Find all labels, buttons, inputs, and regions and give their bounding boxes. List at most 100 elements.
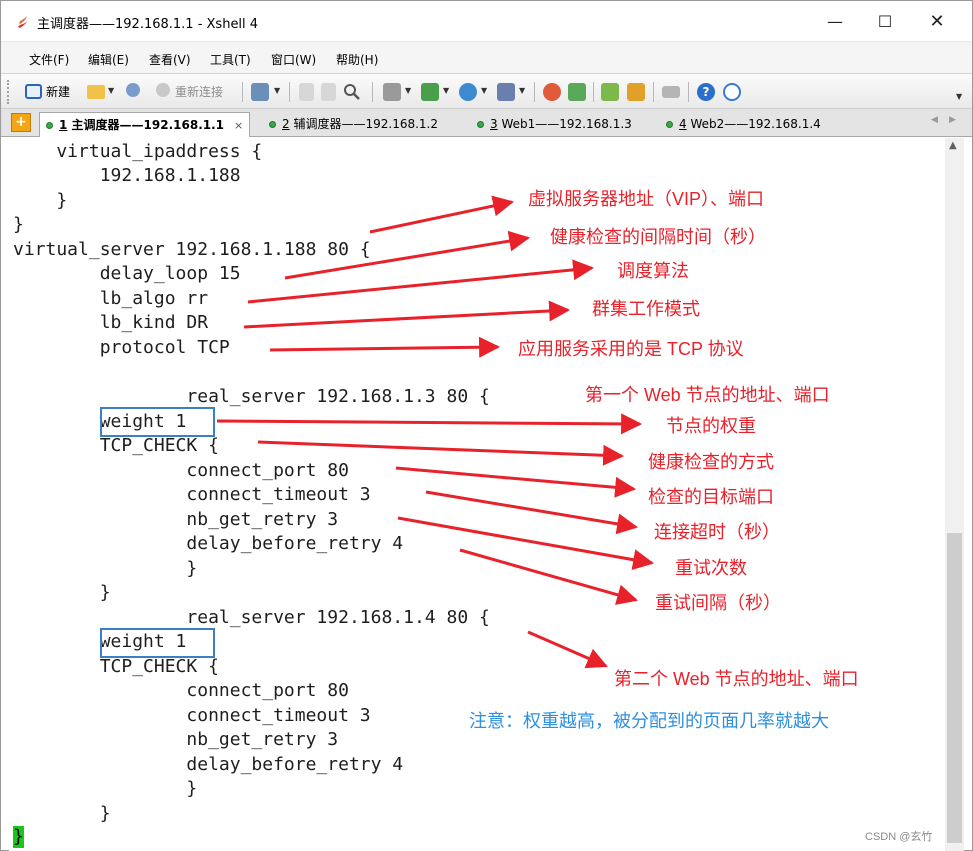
- tab-label: Web2——192.168.1.4: [690, 117, 821, 131]
- terminal-line: TCP_CHECK {: [13, 435, 219, 456]
- terminal-line: real_server 192.168.1.4 80 {: [13, 607, 490, 628]
- annotation-connect-port: 检查的目标端口: [648, 487, 774, 507]
- terminal-line: }: [13, 214, 24, 235]
- properties-icon[interactable]: [251, 83, 269, 101]
- print-icon[interactable]: [383, 83, 401, 101]
- menu-view[interactable]: 查看(V): [149, 51, 191, 68]
- toolbar-separator: [242, 82, 243, 102]
- terminal-line: delay_before_retry 4: [13, 754, 404, 775]
- terminal-line: TCP_CHECK {: [13, 656, 219, 677]
- toolbar-separator: [372, 82, 373, 102]
- toolbar-separator: [593, 82, 594, 102]
- terminal-line: delay_before_retry 4: [13, 533, 404, 554]
- minimize-button[interactable]: —: [812, 9, 858, 35]
- annotation-connect-timeout: 连接超时（秒）: [654, 522, 780, 542]
- title-bar[interactable]: 主调度器——192.168.1.1 - Xshell 4 — ☐ ✕: [1, 1, 972, 41]
- lock-icon[interactable]: [627, 83, 645, 101]
- connected-status-icon: [269, 121, 276, 128]
- tab-number: 2: [282, 117, 290, 131]
- terminal-cursor: }: [13, 826, 24, 848]
- toolbar: 新建 ▼ 重新连接 ▼ ▼ ▼ ▼ ▼ ? ▼: [1, 73, 972, 109]
- annotation-delay-loop: 健康检查的间隔时间（秒）: [550, 227, 766, 247]
- terminal-line: protocol TCP: [13, 337, 230, 358]
- copy-icon[interactable]: [299, 83, 314, 101]
- close-button[interactable]: ✕: [914, 9, 960, 35]
- xftp-icon[interactable]: [568, 83, 586, 101]
- weight-highlight-box-1: [100, 407, 215, 437]
- terminal-line: virtual_server 192.168.1.188 80 {: [13, 239, 371, 260]
- annotation-tcp-check: 健康检查的方式: [648, 452, 774, 472]
- connect-icon[interactable]: [126, 83, 140, 97]
- transfer-dropdown-icon[interactable]: ▼: [443, 86, 449, 95]
- terminal-line: }: [13, 778, 198, 799]
- annotation-lb-kind: 群集工作模式: [592, 299, 700, 319]
- connected-status-icon: [477, 121, 484, 128]
- scroll-up-icon[interactable]: ▲: [949, 140, 957, 151]
- reconnect-button[interactable]: 重新连接: [175, 82, 223, 102]
- toolbar-separator: [653, 82, 654, 102]
- keyboard-icon[interactable]: [662, 86, 680, 98]
- menu-file[interactable]: 文件(F): [29, 51, 69, 68]
- scrollbar-thumb[interactable]: [947, 533, 962, 843]
- terminal-output[interactable]: virtual_ipaddress { 192.168.1.188 } } vi…: [9, 138, 945, 851]
- toolbar-separator: [289, 82, 290, 102]
- weight-highlight-box-2: [100, 628, 215, 658]
- tab-scroll-right-icon[interactable]: ▶: [949, 115, 956, 125]
- menu-bar: 文件(F) 编辑(E) 查看(V) 工具(T) 窗口(W) 帮助(H): [1, 41, 972, 73]
- font-icon[interactable]: [497, 83, 515, 101]
- watermark: CSDN @玄竹: [865, 831, 933, 843]
- annotation-nb-get-retry: 重试次数: [675, 558, 747, 578]
- add-tab-icon[interactable]: +: [11, 113, 31, 132]
- tab-session-1[interactable]: 1 主调度器——192.168.1.1 ×: [39, 112, 251, 137]
- globe-icon[interactable]: [459, 83, 477, 101]
- tab-session-4[interactable]: 4 Web2——192.168.1.4: [666, 112, 821, 137]
- chat-icon[interactable]: [723, 83, 741, 101]
- properties-dropdown-icon[interactable]: ▼: [274, 86, 280, 95]
- maximize-button[interactable]: ☐: [862, 9, 908, 35]
- menu-help[interactable]: 帮助(H): [336, 51, 378, 68]
- terminal-line: lb_algo rr: [13, 288, 209, 309]
- tab-number: 1: [59, 118, 68, 132]
- terminal-line: lb_kind DR: [13, 312, 209, 333]
- new-session-icon: [25, 84, 42, 99]
- print-dropdown-icon[interactable]: ▼: [405, 86, 411, 95]
- terminal-line: }: [13, 190, 68, 211]
- menu-tools[interactable]: 工具(T): [210, 51, 251, 68]
- annotation-real-server-2: 第二个 Web 节点的地址、端口: [614, 669, 859, 689]
- tab-scroll-left-icon[interactable]: ◀: [931, 115, 938, 125]
- connected-status-icon: [46, 122, 53, 129]
- menu-edit[interactable]: 编辑(E): [88, 51, 129, 68]
- toolbar-grip[interactable]: [7, 80, 11, 104]
- transfer-icon[interactable]: [421, 83, 439, 101]
- new-session-button[interactable]: 新建: [46, 82, 70, 102]
- tab-number: 4: [679, 117, 687, 131]
- menu-window[interactable]: 窗口(W): [271, 51, 316, 68]
- reconnect-icon: [156, 83, 170, 97]
- vertical-scrollbar[interactable]: ▲: [945, 138, 964, 851]
- close-tab-icon[interactable]: ×: [234, 119, 243, 132]
- tab-bar: + 1 主调度器——192.168.1.1 × 2 辅调度器——192.168.1…: [1, 109, 972, 137]
- annotation-delay-before-retry: 重试间隔（秒）: [655, 593, 781, 613]
- xshell-icon[interactable]: [543, 83, 561, 101]
- xshell-logo-icon: [18, 16, 28, 28]
- toolbar-overflow-icon[interactable]: ▼: [956, 92, 962, 101]
- annotation-vip: 虚拟服务器地址（VIP）、端口: [528, 189, 765, 209]
- tab-session-2[interactable]: 2 辅调度器——192.168.1.2: [269, 112, 438, 137]
- open-folder-icon[interactable]: [87, 85, 105, 99]
- terminal-line: }: [13, 558, 198, 579]
- help-icon[interactable]: ?: [697, 83, 715, 101]
- globe-dropdown-icon[interactable]: ▼: [481, 86, 487, 95]
- annotation-weight-note: 注意：权重越高，被分配到的页面几率就越大: [469, 711, 829, 731]
- terminal-line: virtual_ipaddress {: [13, 141, 263, 162]
- toolbar-separator: [688, 82, 689, 102]
- layout-icon[interactable]: [601, 83, 619, 101]
- annotation-lb-algo: 调度算法: [617, 261, 689, 281]
- terminal-line: real_server 192.168.1.3 80 {: [13, 386, 490, 407]
- find-icon[interactable]: [343, 83, 361, 101]
- font-dropdown-icon[interactable]: ▼: [519, 86, 525, 95]
- terminal-line: }: [13, 803, 111, 824]
- paste-icon[interactable]: [321, 83, 336, 101]
- tab-session-3[interactable]: 3 Web1——192.168.1.3: [477, 112, 632, 137]
- terminal-line: connect_timeout 3: [13, 484, 371, 505]
- open-dropdown-icon[interactable]: ▼: [108, 86, 114, 95]
